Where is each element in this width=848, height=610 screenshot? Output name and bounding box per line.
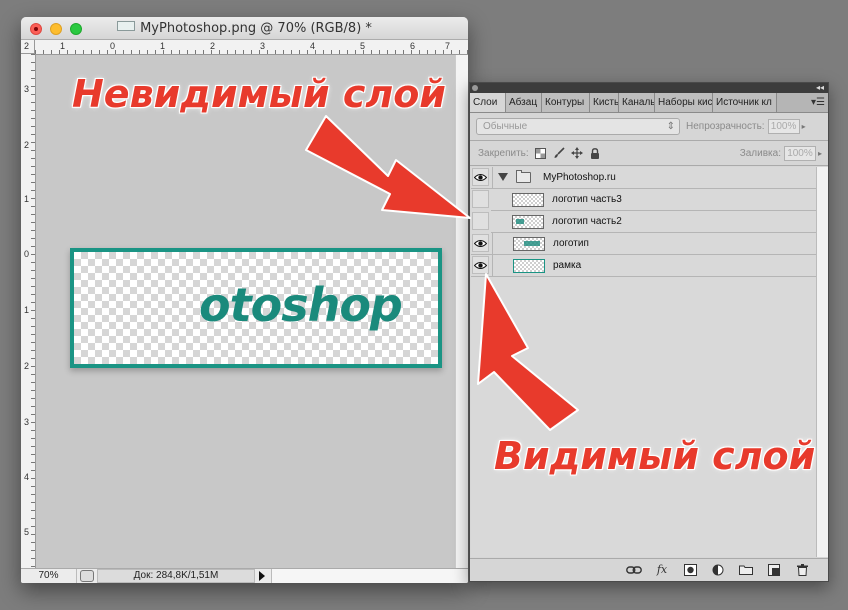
ruler-top-number: 2: [24, 41, 30, 51]
ruler-left-number: 5: [24, 527, 30, 537]
ruler-left-number: 0: [24, 249, 30, 259]
ruler-top-number: 6: [410, 41, 416, 51]
layer-thumbnail: [513, 237, 545, 251]
tab-clone-source[interactable]: Источник кл: [713, 93, 777, 112]
layer-name[interactable]: рамка: [553, 260, 581, 271]
layer-row[interactable]: логотип часть3: [491, 189, 816, 211]
panel-divider: [470, 140, 828, 141]
panel-collapse-icon[interactable]: ◂◂: [816, 83, 824, 93]
panel-drag-bar[interactable]: ◂◂: [470, 83, 828, 93]
horizontal-scrollbar[interactable]: [271, 569, 468, 583]
folder-icon: [516, 170, 531, 183]
lock-label: Закрепить:: [478, 147, 529, 159]
document-info-text: Док: 284,8K/1,51M: [97, 569, 255, 583]
ruler-left-number: 2: [24, 140, 30, 150]
eye-icon: [474, 173, 487, 181]
vertical-scrollbar[interactable]: [455, 55, 468, 569]
layer-row-group[interactable]: MyPhotoshop.ru: [471, 167, 816, 189]
ruler-top-number: 2: [210, 41, 216, 51]
tab-channels[interactable]: Каналы: [619, 93, 655, 112]
add-mask-icon[interactable]: [682, 563, 698, 576]
ruler-top-number: 3: [260, 41, 266, 51]
eye-icon: [474, 239, 487, 247]
visibility-toggle-empty[interactable]: [472, 190, 489, 208]
fill-field[interactable]: 100%: [783, 145, 816, 161]
document-status-bar: 70% Док: 284,8K/1,51M: [21, 568, 468, 583]
ruler-left-number: 3: [24, 417, 30, 427]
document-title-text: MyPhotoshop.png @ 70% (RGB/8) *: [140, 21, 372, 36]
status-options-button[interactable]: [80, 570, 94, 582]
layers-panel: ◂◂ Слои Абзац Контуры Кисть Каналы Набор…: [469, 82, 829, 582]
visibility-toggle[interactable]: [472, 168, 489, 186]
zoom-level-field[interactable]: 70%: [21, 569, 77, 583]
ruler-left-number: 3: [24, 84, 30, 94]
ruler-left-number: 1: [24, 194, 30, 204]
tab-brush[interactable]: Кисть: [590, 93, 619, 112]
ruler-top-number: 7: [445, 41, 451, 51]
artwork-logo-frame[interactable]: otoshop: [70, 248, 442, 368]
ruler-top-number: 0: [110, 41, 116, 51]
layer-thumbnail: [513, 259, 545, 273]
layers-list: MyPhotoshop.ru логотип часть3 логотип ча…: [471, 167, 816, 557]
layers-scrollbar[interactable]: [816, 167, 828, 557]
opacity-field[interactable]: 100%: [767, 118, 800, 134]
document-proxy-icon: [117, 21, 136, 31]
layer-name[interactable]: логотип часть2: [552, 216, 622, 227]
ruler-top-number: 1: [60, 41, 66, 51]
fill-label: Заливка:: [739, 147, 781, 159]
status-menu-arrow-icon[interactable]: [259, 571, 265, 581]
artwork-text: otoshop: [199, 278, 403, 332]
layer-thumbnail: [512, 215, 544, 229]
lock-fill-row: Закрепить: Заливка: 100% ▸: [476, 145, 822, 161]
panel-tabs: Слои Абзац Контуры Кисть Каналы Наборы к…: [470, 93, 828, 113]
ruler-left-number: 2: [24, 361, 30, 371]
lock-transparency-icon[interactable]: [535, 147, 547, 159]
lock-position-move-icon[interactable]: [570, 147, 583, 159]
layer-name[interactable]: логотип часть3: [552, 194, 622, 205]
lock-all-icon[interactable]: [589, 147, 601, 159]
layer-row[interactable]: логотип часть2: [491, 211, 816, 233]
annotation-visible-layer: Видимый слой: [494, 434, 816, 478]
adjustment-layer-icon[interactable]: [710, 563, 726, 576]
annotation-invisible-layer: Невидимый слой: [72, 72, 446, 116]
fill-dropdown-icon[interactable]: ▸: [818, 149, 822, 158]
blend-opacity-row: Обычные Непрозрачность: 100% ▸: [476, 117, 822, 135]
new-group-folder-icon[interactable]: [738, 563, 754, 576]
delete-layer-trash-icon[interactable]: [794, 563, 810, 576]
blend-mode-select[interactable]: Обычные: [476, 117, 680, 135]
layer-name[interactable]: логотип: [553, 238, 589, 249]
link-layers-icon[interactable]: [626, 563, 642, 576]
visibility-toggle[interactable]: [472, 234, 489, 252]
ruler-top-number: 4: [310, 41, 316, 51]
tab-paragraph[interactable]: Абзац: [506, 93, 542, 112]
tab-paths[interactable]: Контуры: [542, 93, 590, 112]
tab-brush-presets[interactable]: Наборы кис: [655, 93, 713, 112]
ruler-left-number: 4: [24, 472, 30, 482]
horizontal-ruler[interactable]: [35, 40, 468, 55]
lock-pixels-brush-icon[interactable]: [553, 147, 565, 159]
ruler-top-number: 5: [360, 41, 366, 51]
document-titlebar[interactable]: MyPhotoshop.png @ 70% (RGB/8) *: [21, 17, 468, 40]
tab-layers[interactable]: Слои: [470, 93, 506, 112]
document-title: MyPhotoshop.png @ 70% (RGB/8) *: [21, 21, 468, 36]
layer-row[interactable]: логотип: [471, 233, 816, 255]
panel-close-icon[interactable]: [472, 85, 478, 91]
panel-divider: [470, 165, 828, 166]
opacity-label: Непрозрачность:: [686, 120, 765, 132]
visibility-toggle-empty[interactable]: [472, 212, 489, 230]
layer-style-fx-icon[interactable]: fx: [654, 563, 670, 576]
visibility-toggle[interactable]: [472, 256, 489, 274]
panel-footer: fx: [470, 558, 828, 581]
layer-thumbnail: [512, 193, 544, 207]
layer-row[interactable]: рамка: [471, 255, 816, 277]
canvas-area[interactable]: otoshop: [36, 55, 468, 569]
opacity-dropdown-icon[interactable]: ▸: [802, 122, 806, 131]
eye-icon: [474, 261, 487, 269]
ruler-left-number: 1: [24, 305, 30, 315]
ruler-top-number: 1: [160, 41, 166, 51]
new-layer-icon[interactable]: [766, 563, 782, 576]
panel-menu-icon[interactable]: ▾☰: [811, 97, 825, 108]
layer-name[interactable]: MyPhotoshop.ru: [543, 172, 616, 183]
group-expand-arrow-icon[interactable]: [498, 173, 508, 181]
